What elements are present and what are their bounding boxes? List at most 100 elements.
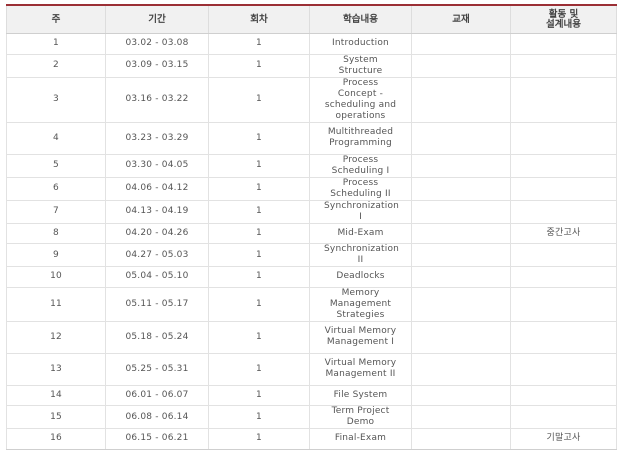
- cell-week: 5: [6, 153, 106, 178]
- cell-session: 1: [208, 176, 310, 201]
- cell-textbook: [411, 428, 511, 450]
- cell-content: File System: [309, 384, 412, 406]
- header-session: 회차: [208, 4, 310, 34]
- cell-week: 14: [6, 384, 106, 406]
- cell-week: 9: [6, 243, 106, 267]
- cell-content: Mid-Exam: [309, 222, 412, 244]
- cell-activity: [510, 76, 617, 123]
- cell-session: 1: [208, 320, 310, 354]
- table-row: 1 03.02 - 03.08 1 Introduction: [6, 33, 617, 55]
- cell-activity: [510, 53, 617, 78]
- cell-period: 05.18 - 05.24: [105, 320, 209, 354]
- cell-period: 03.16 - 03.22: [105, 76, 209, 123]
- cell-period: 04.13 - 04.19: [105, 199, 209, 224]
- cell-activity: [510, 405, 617, 429]
- cell-textbook: [411, 286, 511, 322]
- cell-activity: [510, 33, 617, 55]
- cell-session: 1: [208, 384, 310, 406]
- cell-session: 1: [208, 153, 310, 178]
- cell-content: System Structure: [309, 53, 412, 78]
- cell-textbook: [411, 76, 511, 123]
- cell-session: 1: [208, 243, 310, 267]
- table-body: 1 03.02 - 03.08 1 Introduction 2 03.09 - 03.1…: [6, 33, 617, 450]
- cell-week: 16: [6, 428, 106, 450]
- cell-period: 05.04 - 05.10: [105, 266, 209, 288]
- table-row: 6 04.06 - 04.12 1 Process Scheduling II: [6, 176, 617, 201]
- cell-activity: [510, 243, 617, 267]
- cell-content: Multithreaded Programming: [309, 121, 412, 155]
- table-row: 13 05.25 - 05.31 1 Virtual Memory Managemen…: [6, 352, 617, 386]
- cell-week: 12: [6, 320, 106, 354]
- cell-textbook: [411, 384, 511, 406]
- cell-textbook: [411, 121, 511, 155]
- cell-session: 1: [208, 286, 310, 322]
- cell-session: 1: [208, 199, 310, 224]
- header-row: 주 기간 회차 학습내용 교재 활동 및 설계내용: [6, 4, 617, 34]
- cell-period: 06.15 - 06.21: [105, 428, 209, 450]
- cell-activity: [510, 153, 617, 178]
- cell-content: Term Project Demo: [309, 405, 412, 429]
- header-content: 학습내용: [309, 4, 412, 34]
- cell-content: Virtual Memory Management I: [309, 320, 412, 354]
- cell-textbook: [411, 153, 511, 178]
- cell-session: 1: [208, 266, 310, 288]
- table-row: 8 04.20 - 04.26 1 Mid-Exam 중간고사: [6, 222, 617, 244]
- cell-activity: 중간고사: [510, 222, 617, 244]
- cell-content: Memory Management Strategies: [309, 286, 412, 322]
- cell-content: Introduction: [309, 33, 412, 55]
- cell-textbook: [411, 33, 511, 55]
- table-row: 12 05.18 - 05.24 1 Virtual Memory Managemen…: [6, 320, 617, 354]
- cell-content: Final-Exam: [309, 428, 412, 450]
- cell-textbook: [411, 243, 511, 267]
- header-textbook: 교재: [411, 4, 511, 34]
- cell-week: 6: [6, 176, 106, 201]
- cell-week: 10: [6, 266, 106, 288]
- cell-content: Deadlocks: [309, 266, 412, 288]
- cell-textbook: [411, 176, 511, 201]
- header-activity: 활동 및 설계내용: [510, 4, 617, 34]
- table-row: 10 05.04 - 05.10 1 Deadlocks: [6, 266, 617, 288]
- cell-period: 03.30 - 04.05: [105, 153, 209, 178]
- cell-session: 1: [208, 405, 310, 429]
- table-row: 16 06.15 - 06.21 1 Final-Exam 기말고사: [6, 428, 617, 450]
- cell-content: Virtual Memory Management II: [309, 352, 412, 386]
- cell-period: 06.08 - 06.14: [105, 405, 209, 429]
- cell-week: 13: [6, 352, 106, 386]
- cell-content: Process Scheduling I: [309, 153, 412, 178]
- cell-period: 03.02 - 03.08: [105, 33, 209, 55]
- table-row: 4 03.23 - 03.29 1 Multithreaded Programming: [6, 121, 617, 155]
- cell-textbook: [411, 352, 511, 386]
- schedule-table-container: 주 기간 회차 학습내용 교재 활동 및 설계내용 1 03.02 - 03.08…: [6, 4, 617, 450]
- cell-session: 1: [208, 121, 310, 155]
- cell-activity: [510, 266, 617, 288]
- cell-period: 03.09 - 03.15: [105, 53, 209, 78]
- cell-week: 8: [6, 222, 106, 244]
- cell-week: 4: [6, 121, 106, 155]
- cell-textbook: [411, 199, 511, 224]
- cell-period: 04.06 - 04.12: [105, 176, 209, 201]
- cell-week: 1: [6, 33, 106, 55]
- header-period: 기간: [105, 4, 209, 34]
- cell-period: 05.11 - 05.17: [105, 286, 209, 322]
- cell-session: 1: [208, 33, 310, 55]
- table-row: 9 04.27 - 05.03 1 Synchronization II: [6, 243, 617, 267]
- cell-session: 1: [208, 352, 310, 386]
- table-row: 11 05.11 - 05.17 1 Memory Management Strate…: [6, 286, 617, 322]
- cell-week: 11: [6, 286, 106, 322]
- table-header: 주 기간 회차 학습내용 교재 활동 및 설계내용: [6, 4, 617, 34]
- cell-activity: [510, 176, 617, 201]
- cell-activity: [510, 384, 617, 406]
- table-row: 2 03.09 - 03.15 1 System Structure: [6, 53, 617, 78]
- cell-content: Process Concept - scheduling and operati…: [309, 76, 412, 123]
- cell-session: 1: [208, 53, 310, 78]
- cell-textbook: [411, 405, 511, 429]
- cell-activity: [510, 286, 617, 322]
- table-row: 14 06.01 - 06.07 1 File System: [6, 384, 617, 406]
- cell-week: 15: [6, 405, 106, 429]
- cell-content: Synchronization II: [309, 243, 412, 267]
- table-row: 5 03.30 - 04.05 1 Process Scheduling I: [6, 153, 617, 178]
- cell-activity: [510, 320, 617, 354]
- cell-textbook: [411, 53, 511, 78]
- header-week: 주: [6, 4, 106, 34]
- cell-period: 05.25 - 05.31: [105, 352, 209, 386]
